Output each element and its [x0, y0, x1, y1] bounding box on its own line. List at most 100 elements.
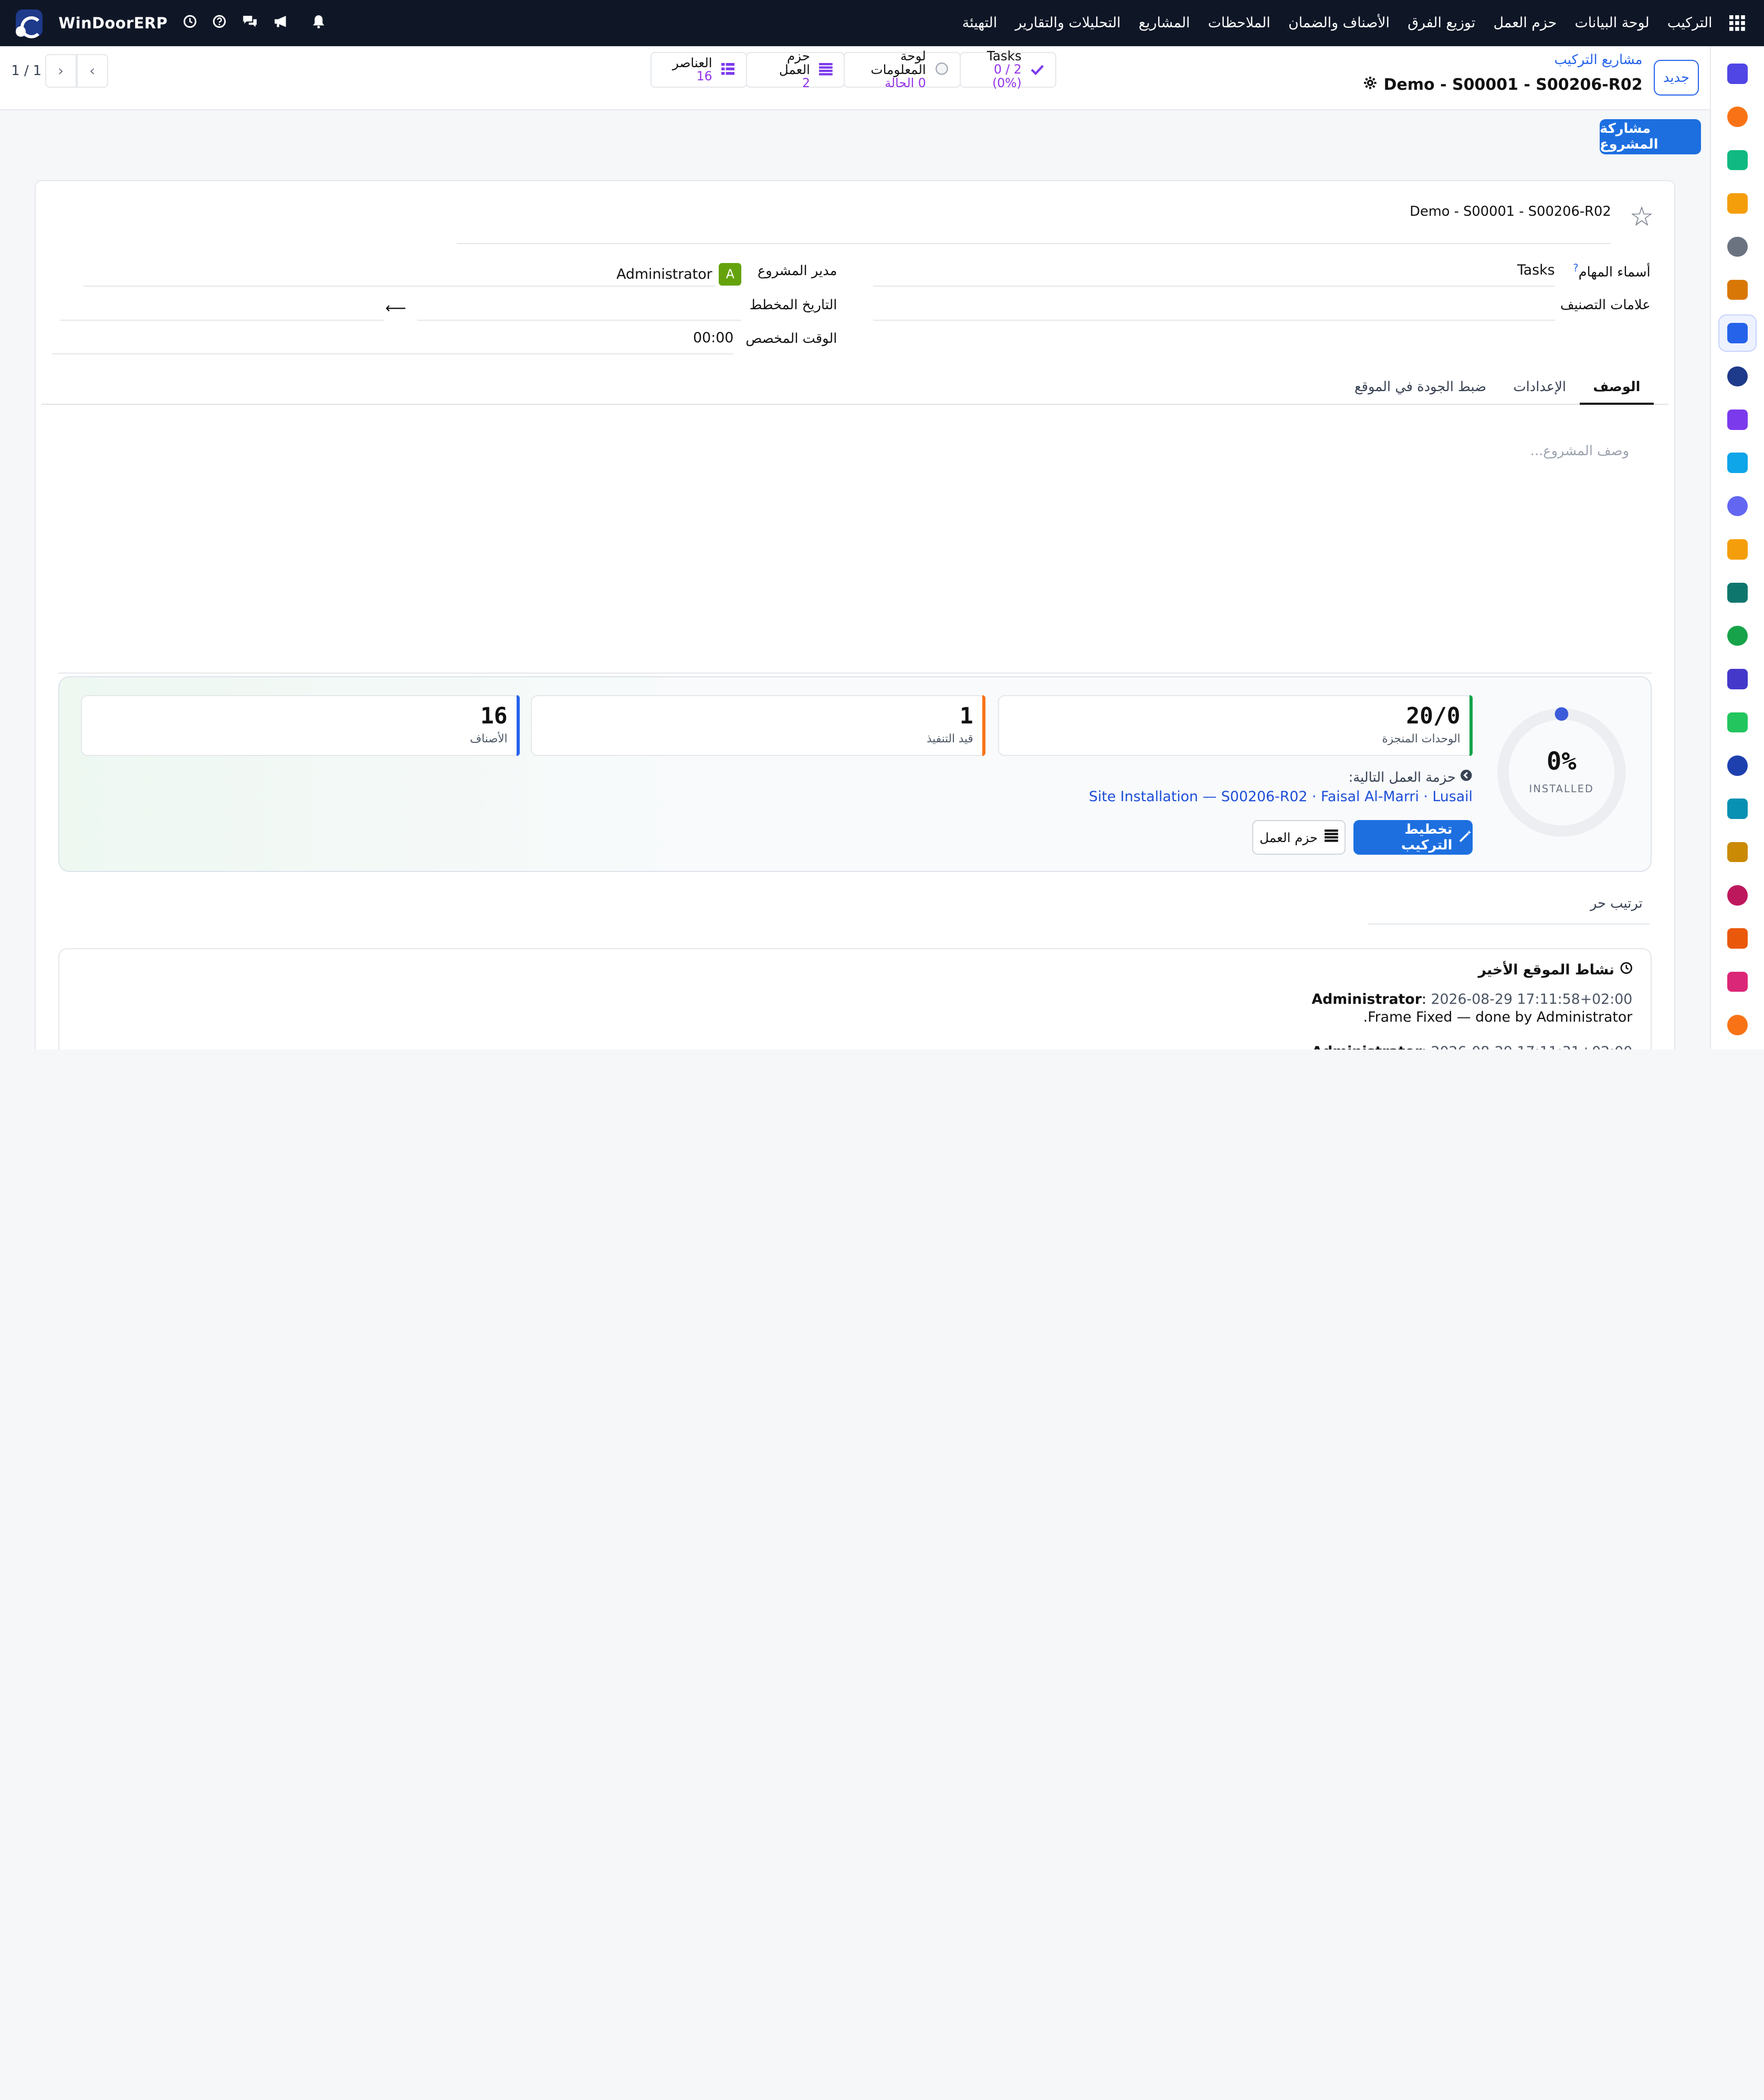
globe-app-icon-glyph — [1727, 755, 1748, 776]
recent-site-activity: نشاط الموقع الأخير Administrator: 2026-0… — [58, 948, 1652, 1050]
kpi-accent-bar — [516, 695, 520, 756]
smart-button-dashboard[interactable]: لوحة المعلومات 0 الحالة — [844, 49, 961, 90]
favorite-star-icon[interactable]: ☆ — [1630, 201, 1654, 233]
planned-date-end-field[interactable] — [59, 296, 384, 321]
share-project-button[interactable]: مشاركة المشروع — [1600, 119, 1701, 154]
chat-icon[interactable] — [242, 15, 258, 32]
company-logo[interactable] — [16, 9, 43, 39]
app-sidebar — [1710, 46, 1764, 1050]
package-app-icon[interactable] — [1718, 401, 1757, 438]
smart-button-value: 2 — [802, 75, 810, 90]
work-packages-button[interactable]: حزم العمل — [1252, 820, 1346, 855]
box-app-icon[interactable] — [1718, 228, 1757, 265]
next-package-link[interactable]: Site Installation — S00206-R02 · Faisal … — [1089, 789, 1473, 805]
clock-icon[interactable] — [183, 15, 197, 32]
megaphone-icon[interactable] — [274, 15, 289, 32]
menu-item-installation[interactable]: التركيب — [1667, 15, 1713, 31]
status-dot-icon — [935, 59, 949, 80]
pager-next-icon[interactable]: › — [45, 54, 77, 88]
contact-app-icon-glyph — [1727, 625, 1748, 646]
tags-field[interactable] — [873, 296, 1555, 321]
task-names-field[interactable]: Tasks — [873, 262, 1555, 287]
menu-item-team-dispatch[interactable]: توزيع الفرق — [1408, 15, 1475, 31]
cube-app-icon[interactable] — [1718, 920, 1757, 957]
tags-label: علامات التصنيف — [1560, 297, 1651, 313]
smart-button-tasks[interactable]: Tasks 0 / 2 (0%) — [959, 49, 1057, 90]
clock-icon — [1620, 962, 1633, 978]
people-app-icon[interactable] — [1718, 488, 1757, 525]
manager-underline — [83, 286, 716, 287]
menu-item-notes[interactable]: الملاحظات — [1208, 15, 1270, 31]
menu-item-projects[interactable]: المشاريع — [1139, 15, 1190, 31]
hex-app-icon-glyph — [1727, 1015, 1748, 1035]
calendar-app-icon-glyph — [1727, 539, 1748, 560]
brand-name[interactable]: WinDoorERP — [58, 14, 167, 32]
check-app-icon-glyph — [1727, 150, 1748, 171]
project-manager-field[interactable]: A Administrator — [83, 262, 742, 287]
contact-app-icon[interactable] — [1718, 617, 1757, 655]
dollar-app-icon-glyph — [1727, 453, 1748, 473]
chat-bubble-icon-glyph — [1727, 107, 1748, 128]
description-placeholder[interactable]: وصف المشروع... — [1530, 443, 1629, 459]
kpi-card-items: 16 الأصناف — [81, 695, 520, 756]
activity-title-text: نشاط الموقع الأخير — [1478, 961, 1614, 978]
pager-counter[interactable]: 1 / 1 — [11, 63, 45, 79]
help-icon[interactable] — [213, 15, 226, 32]
check-app-icon[interactable] — [1718, 314, 1757, 352]
send-app-icon[interactable] — [1718, 834, 1757, 871]
task-names-label-text: أسماء المهام — [1578, 264, 1651, 280]
description-divider — [58, 673, 1652, 674]
planned-date-start-field[interactable] — [417, 296, 742, 321]
dollar-app-icon[interactable] — [1718, 444, 1757, 481]
smart-button-label: العناصر — [672, 55, 712, 71]
menu-item-analytics[interactable]: التحليلات والتقارير — [1015, 15, 1121, 31]
pie-app-icon[interactable] — [1718, 963, 1757, 1001]
dashboard-app-icon[interactable] — [1718, 660, 1757, 698]
bell-icon[interactable] — [312, 14, 326, 33]
check-app-icon[interactable] — [1718, 142, 1757, 179]
whatsapp-icon-glyph — [1727, 712, 1748, 733]
photo-app-icon[interactable] — [1718, 271, 1757, 309]
breadcrumb-parent[interactable]: مشاريع التركيب — [1554, 52, 1642, 68]
photo-app-icon-glyph — [1727, 279, 1748, 300]
calendar-app-icon[interactable] — [1718, 531, 1757, 568]
whatsapp-icon[interactable] — [1718, 704, 1757, 741]
new-button[interactable]: جديد — [1654, 59, 1699, 96]
tab-settings[interactable]: الإعدادات — [1500, 370, 1580, 405]
plan-installation-button[interactable]: تخطيط التركيب — [1353, 820, 1473, 855]
allocated-time-field[interactable]: 00:00 — [51, 330, 734, 354]
kpi-card-units-done: 20/0 الوحدات المنجزة — [998, 695, 1473, 756]
chart-app-icon[interactable] — [1718, 185, 1757, 222]
book-app-icon[interactable] — [1718, 358, 1757, 395]
wand-icon — [1459, 829, 1473, 846]
kpi-label: الوحدات المنجزة — [1382, 732, 1461, 746]
apps-menu-icon[interactable] — [1719, 15, 1755, 31]
hex-app-icon[interactable] — [1718, 1006, 1757, 1044]
smart-button-items[interactable]: العناصر 16 — [650, 51, 747, 88]
tab-site-quality-control[interactable]: ضبط الجودة في الموقع — [1341, 370, 1499, 405]
card-app-icon[interactable] — [1718, 877, 1757, 914]
tab-description[interactable]: الوصف — [1579, 370, 1654, 405]
menu-item-work-packages[interactable]: حزم العمل — [1494, 15, 1557, 31]
free-order-field[interactable] — [1368, 923, 1650, 925]
pager-previous-icon[interactable]: ‹ — [76, 54, 108, 88]
menu-item-configuration[interactable]: التهيئة — [962, 15, 998, 31]
pen-app-icon[interactable] — [1718, 574, 1757, 611]
sync-app-icon[interactable] — [1718, 790, 1757, 827]
kpi-accent-bar — [982, 695, 986, 756]
free-order-label: ترتيب حر — [1590, 895, 1643, 911]
gmail-icon[interactable] — [1718, 55, 1757, 92]
activity-author: Administrator — [1311, 991, 1422, 1007]
record-pager: 1 / 1 › ‹ — [11, 54, 108, 88]
check-icon — [1031, 59, 1044, 80]
smart-button-work-packages[interactable]: حزم العمل 2 — [746, 49, 845, 90]
globe-app-icon[interactable] — [1718, 747, 1757, 784]
project-name-field[interactable]: Demo - S00001 - S00206-R02 — [457, 197, 1611, 244]
chat-bubble-icon[interactable] — [1718, 98, 1757, 135]
progress-ring: 0% INSTALLED — [1495, 706, 1628, 839]
gear-icon[interactable] — [1363, 76, 1377, 94]
menu-item-items-warranty[interactable]: الأصناف والضمان — [1288, 15, 1390, 31]
pie-app-icon-glyph — [1727, 971, 1748, 992]
menu-item-dashboard[interactable]: لوحة البيانات — [1575, 15, 1650, 31]
help-tooltip-icon[interactable]: ? — [1573, 262, 1578, 274]
